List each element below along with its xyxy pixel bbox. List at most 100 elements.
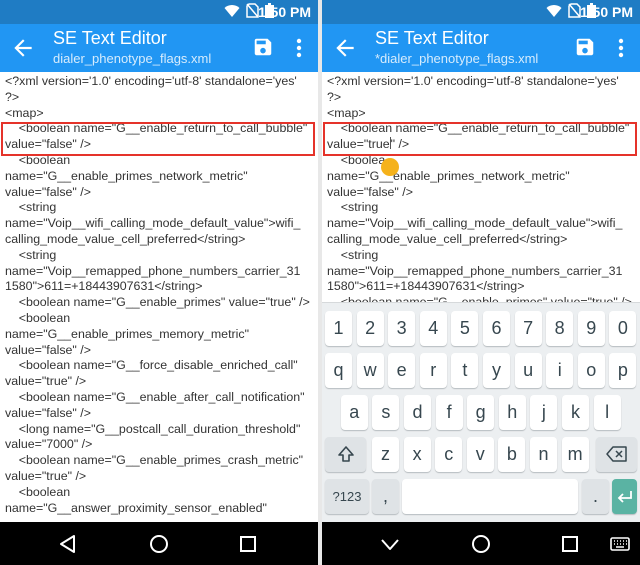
more-options-icon[interactable]: [292, 36, 306, 60]
code-line: value="7000" />: [5, 437, 93, 452]
navigation-bar: [322, 522, 640, 565]
recents-square-icon[interactable]: [558, 532, 582, 556]
key-3[interactable]: 3: [388, 311, 416, 346]
key-f[interactable]: f: [435, 395, 463, 430]
save-icon[interactable]: [252, 36, 274, 58]
symbols-key[interactable]: ?123: [325, 479, 369, 514]
key-9[interactable]: 9: [577, 311, 605, 346]
key-v[interactable]: v: [466, 437, 494, 472]
key-l[interactable]: l: [593, 395, 621, 430]
code-line: name="G__answer_proximity_sensor_enabled…: [5, 500, 267, 515]
backspace-key[interactable]: [596, 437, 637, 472]
keyboard-switch-icon[interactable]: [610, 532, 630, 556]
key-n[interactable]: n: [530, 437, 557, 472]
code-line: <string: [327, 200, 379, 215]
code-line: value="true" />: [5, 468, 87, 483]
enter-key[interactable]: [612, 479, 637, 514]
key-b[interactable]: b: [498, 437, 526, 472]
key-s[interactable]: s: [372, 395, 400, 430]
key-2[interactable]: 2: [356, 311, 384, 346]
code-line: ?>: [327, 89, 342, 104]
code-line: name="G__enable_primes_memory_metric": [5, 326, 249, 341]
key-z[interactable]: z: [372, 437, 399, 472]
more-options-icon[interactable]: [614, 36, 628, 60]
key-o[interactable]: o: [577, 353, 605, 388]
clock: 1:50 PM: [258, 4, 311, 20]
key-t[interactable]: t: [451, 353, 479, 388]
key-d[interactable]: d: [404, 395, 431, 430]
text-editor-area[interactable]: <?xml version='1.0' encoding='utf-8' sta…: [0, 72, 318, 522]
enter-icon: [617, 491, 632, 503]
save-icon[interactable]: [574, 36, 596, 58]
key-4[interactable]: 4: [419, 311, 447, 346]
highlight-box: [1, 122, 315, 156]
status-bar: 1:50 PM: [322, 0, 640, 24]
code-line: ?>: [5, 89, 20, 104]
key-g[interactable]: g: [467, 395, 495, 430]
key-e[interactable]: e: [388, 353, 416, 388]
code-line: name="Voip__wifi_calling_mode_default_va…: [5, 216, 301, 231]
highlight-box: [323, 122, 637, 156]
home-circle-icon[interactable]: [469, 532, 493, 556]
code-line: name="Voip__wifi_calling_mode_default_va…: [327, 216, 623, 231]
back-arrow-icon[interactable]: [332, 35, 358, 61]
key-h[interactable]: h: [498, 395, 526, 430]
wifi-icon: [224, 4, 240, 17]
code-line: 1580">611=+18443907631</string>: [327, 279, 525, 294]
code-line: <boolean name="G__enable_after_call_noti…: [5, 389, 305, 404]
key-y[interactable]: y: [483, 353, 510, 388]
code-line: <map>: [327, 105, 366, 120]
text-editor-area[interactable]: <?xml version='1.0' encoding='utf-8' sta…: [322, 72, 640, 302]
key-5[interactable]: 5: [451, 311, 479, 346]
key-k[interactable]: k: [562, 395, 589, 430]
app-bar: SE Text Editor dialer_phenotype_flags.xm…: [0, 24, 318, 72]
code-line: <boolean: [5, 310, 71, 325]
key-q[interactable]: q: [325, 353, 352, 388]
period-key[interactable]: .: [582, 479, 609, 514]
file-name: dialer_phenotype_flags.xml: [53, 51, 212, 66]
key-w[interactable]: w: [356, 353, 384, 388]
key-p[interactable]: p: [609, 353, 637, 388]
home-circle-icon[interactable]: [147, 532, 171, 556]
recents-square-icon[interactable]: [236, 532, 260, 556]
key-x[interactable]: x: [403, 437, 431, 472]
key-a[interactable]: a: [340, 395, 368, 430]
code-line: value="false" />: [5, 342, 91, 357]
key-0[interactable]: 0: [609, 311, 637, 346]
shift-icon: [337, 446, 354, 462]
code-line: <?xml version='1.0' encoding='utf-8' sta…: [327, 74, 619, 88]
key-1[interactable]: 1: [325, 311, 352, 346]
code-line: value="false" />: [5, 184, 91, 199]
code-line: <boolean name="G__enable_primes" value="…: [5, 295, 310, 310]
code-line: <map>: [5, 105, 44, 120]
key-c[interactable]: c: [435, 437, 463, 472]
back-arrow-icon[interactable]: [10, 35, 36, 61]
space-key[interactable]: [402, 479, 578, 514]
code-line: name="Voip__remapped_phone_numbers_carri…: [327, 263, 623, 278]
text-cursor-handle[interactable]: [381, 158, 399, 176]
code-line: name="Voip__remapped_phone_numbers_carri…: [5, 263, 301, 278]
comma-key[interactable]: ,: [372, 479, 399, 514]
file-name-modified: *dialer_phenotype_flags.xml: [375, 51, 539, 66]
code-line: <boolean name="G__force_disable_enriched…: [5, 358, 298, 373]
app-bar: SE Text Editor *dialer_phenotype_flags.x…: [322, 24, 640, 72]
key-u[interactable]: u: [514, 353, 542, 388]
code-line: <long name="G__postcall_call_duration_th…: [5, 421, 301, 436]
key-m[interactable]: m: [561, 437, 589, 472]
key-r[interactable]: r: [419, 353, 447, 388]
shift-key[interactable]: [325, 437, 366, 472]
back-triangle-icon[interactable]: [56, 532, 80, 556]
code-line: calling_mode_value_cell_preferred</strin…: [5, 231, 246, 246]
app-title: SE Text Editor: [53, 28, 167, 48]
key-j[interactable]: j: [530, 395, 558, 430]
hide-keyboard-icon[interactable]: [378, 532, 402, 556]
soft-keyboard: 1 2 3 4 5 6 7 8 9 0 q w e r t y u i o p a s d f g h j k l z x c v b n m ?123…: [322, 302, 640, 522]
key-7[interactable]: 7: [514, 311, 542, 346]
no-sim-icon: [246, 3, 259, 18]
code-line: name="G__enable_primes_network_metric": [327, 168, 570, 183]
code-line: <?xml version='1.0' encoding='utf-8' sta…: [5, 74, 297, 88]
right-phone-screen: 1:50 PM SE Text Editor *dialer_phenotype…: [322, 0, 640, 565]
key-6[interactable]: 6: [483, 311, 510, 346]
key-8[interactable]: 8: [546, 311, 574, 346]
key-i[interactable]: i: [546, 353, 574, 388]
